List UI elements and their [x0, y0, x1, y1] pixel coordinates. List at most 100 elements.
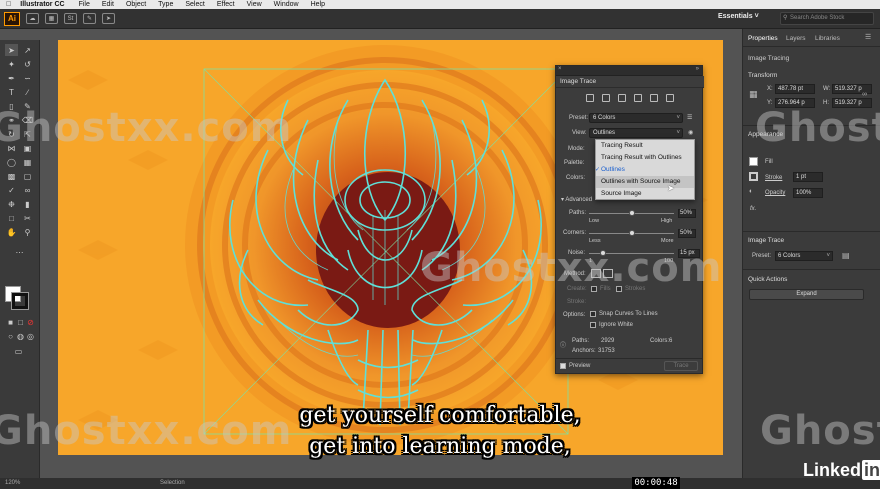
- curvature-tool-icon[interactable]: ∽: [21, 72, 34, 84]
- blend-tool-icon[interactable]: ∞: [21, 184, 34, 196]
- grayscale-icon[interactable]: [634, 94, 642, 102]
- eraser-tool-icon[interactable]: ⌫: [21, 114, 34, 126]
- shape-builder-tool-icon[interactable]: ◯: [5, 156, 18, 168]
- corners-slider-knob[interactable]: [628, 230, 635, 236]
- current-tool-label[interactable]: Selection: [160, 480, 185, 486]
- workspace-switcher[interactable]: Essentials ˅: [718, 13, 759, 20]
- view-option-outlines-source[interactable]: Outlines with Source Image: [596, 176, 694, 188]
- zoom-level[interactable]: 120%: [5, 480, 20, 486]
- noise-slider-knob[interactable]: [600, 250, 606, 256]
- trace-preset-select[interactable]: 6 Colors ˅: [775, 251, 833, 261]
- corners-value[interactable]: 50%: [678, 229, 696, 238]
- stroke-swatch[interactable]: [749, 172, 758, 181]
- paths-slider-knob[interactable]: [628, 210, 635, 216]
- more-tools-icon[interactable]: ⋯: [13, 246, 26, 258]
- direct-selection-tool-icon[interactable]: ↗: [21, 44, 34, 56]
- layout-icon[interactable]: ▦: [45, 13, 58, 24]
- artboard-tool-icon[interactable]: □: [5, 212, 18, 224]
- view-option-tracing-result-outlines[interactable]: Tracing Result with Outlines: [596, 152, 694, 164]
- send-icon[interactable]: ➤: [102, 13, 115, 24]
- menu-object[interactable]: Object: [126, 1, 146, 8]
- outline-icon[interactable]: [666, 94, 674, 102]
- eyedropper-tool-icon[interactable]: ✓: [5, 184, 18, 196]
- preset-select[interactable]: 6 Colors ˅: [589, 113, 683, 123]
- gradient-tool-icon[interactable]: ▢: [21, 170, 34, 182]
- menu-edit[interactable]: Edit: [102, 1, 114, 8]
- selection-tool-icon[interactable]: ➤: [5, 44, 18, 56]
- width-tool-icon[interactable]: ⋈: [5, 142, 18, 154]
- overlapping-method-icon[interactable]: [603, 269, 613, 278]
- scale-tool-icon[interactable]: ⇱: [21, 128, 34, 140]
- menu-select[interactable]: Select: [185, 1, 204, 8]
- y-input[interactable]: 276.964 p: [775, 98, 815, 108]
- view-select[interactable]: Outlines ˅: [589, 128, 683, 138]
- fill-swatch[interactable]: [749, 157, 758, 166]
- cloud-upload-icon[interactable]: ☁: [26, 13, 39, 24]
- none-mode-icon[interactable]: ⊘: [24, 316, 37, 328]
- stroke-weight-input[interactable]: 1 pt: [793, 172, 823, 182]
- trace-button[interactable]: Trace: [664, 361, 698, 371]
- rectangle-tool-icon[interactable]: ▯: [5, 100, 18, 112]
- strokes-checkbox[interactable]: [616, 286, 622, 292]
- advanced-toggle[interactable]: ▾ Advanced: [561, 196, 592, 203]
- magic-wand-tool-icon[interactable]: ✦: [5, 58, 18, 70]
- perspective-grid-tool-icon[interactable]: ▦: [21, 156, 34, 168]
- app-name[interactable]: Illustrator CC: [20, 1, 64, 8]
- view-option-tracing-result[interactable]: Tracing Result: [596, 140, 694, 152]
- preview-checkbox[interactable]: [560, 363, 566, 369]
- black-white-icon[interactable]: [650, 94, 658, 102]
- type-tool-icon[interactable]: T: [5, 86, 18, 98]
- draw-inside-icon[interactable]: ◎: [24, 330, 37, 342]
- panel-menu-icon[interactable]: ☰: [865, 33, 871, 41]
- h-input[interactable]: 519.327 p: [832, 98, 872, 108]
- lasso-tool-icon[interactable]: ↺: [21, 58, 34, 70]
- menu-help[interactable]: Help: [311, 1, 325, 8]
- abutting-method-icon[interactable]: [591, 269, 601, 278]
- menu-view[interactable]: View: [247, 1, 262, 8]
- slice-tool-icon[interactable]: ✂: [21, 212, 34, 224]
- reference-point-icon[interactable]: ▦: [749, 89, 758, 100]
- paintbrush-tool-icon[interactable]: ✎: [21, 100, 34, 112]
- low-color-icon[interactable]: [618, 94, 626, 102]
- menu-effect[interactable]: Effect: [217, 1, 235, 8]
- trace-panel-icon[interactable]: ▤: [842, 251, 850, 260]
- search-stock-input[interactable]: ⚲ Search Adobe Stock: [780, 12, 874, 25]
- stroke-color-swatch[interactable]: [11, 292, 29, 310]
- paths-value[interactable]: 50%: [678, 209, 696, 218]
- opacity-label[interactable]: Opacity: [765, 190, 785, 196]
- ignore-white-checkbox[interactable]: [590, 322, 596, 328]
- collapse-icon[interactable]: »: [696, 66, 699, 72]
- eye-icon[interactable]: ◉: [688, 129, 693, 136]
- menu-window[interactable]: Window: [274, 1, 299, 8]
- list-icon[interactable]: ☰: [687, 114, 692, 121]
- image-trace-panel[interactable]: ×» Image Trace Preset: 6 Colors ˅ ☰ View:…: [555, 65, 704, 374]
- noise-value[interactable]: 15 px: [678, 249, 700, 258]
- stroke-label[interactable]: Stroke: [765, 175, 782, 181]
- hand-tool-icon[interactable]: ✋: [5, 226, 18, 238]
- x-input[interactable]: 487.78 pt: [775, 84, 815, 94]
- tab-properties[interactable]: Properties: [748, 35, 778, 42]
- panel-tab[interactable]: Image Trace: [556, 76, 704, 88]
- menu-file[interactable]: File: [79, 1, 90, 8]
- screen-mode-icon[interactable]: ▭: [12, 345, 25, 357]
- auto-color-icon[interactable]: [586, 94, 594, 102]
- link-icon[interactable]: ∞: [862, 91, 867, 98]
- expand-button[interactable]: Expand: [749, 289, 864, 300]
- line-tool-icon[interactable]: ∕: [21, 86, 34, 98]
- free-transform-tool-icon[interactable]: ▣: [21, 142, 34, 154]
- panel-title-bar[interactable]: ×»: [556, 66, 702, 76]
- view-option-outlines[interactable]: ✓ Outlines: [595, 164, 694, 176]
- high-color-icon[interactable]: [602, 94, 610, 102]
- view-option-source-image[interactable]: Source Image: [596, 188, 694, 200]
- tab-libraries[interactable]: Libraries: [815, 35, 840, 42]
- snap-curves-checkbox[interactable]: [590, 311, 596, 317]
- fills-checkbox[interactable]: [591, 286, 597, 292]
- menu-type[interactable]: Type: [158, 1, 173, 8]
- rotate-tool-icon[interactable]: ↻: [5, 128, 18, 140]
- mesh-tool-icon[interactable]: ▩: [5, 170, 18, 182]
- tab-layers[interactable]: Layers: [786, 35, 806, 42]
- shaper-tool-icon[interactable]: ⚭: [5, 114, 18, 126]
- opacity-input[interactable]: 100%: [793, 188, 823, 198]
- zoom-tool-icon[interactable]: ⚲: [21, 226, 34, 238]
- fx-button[interactable]: fx.: [750, 206, 756, 212]
